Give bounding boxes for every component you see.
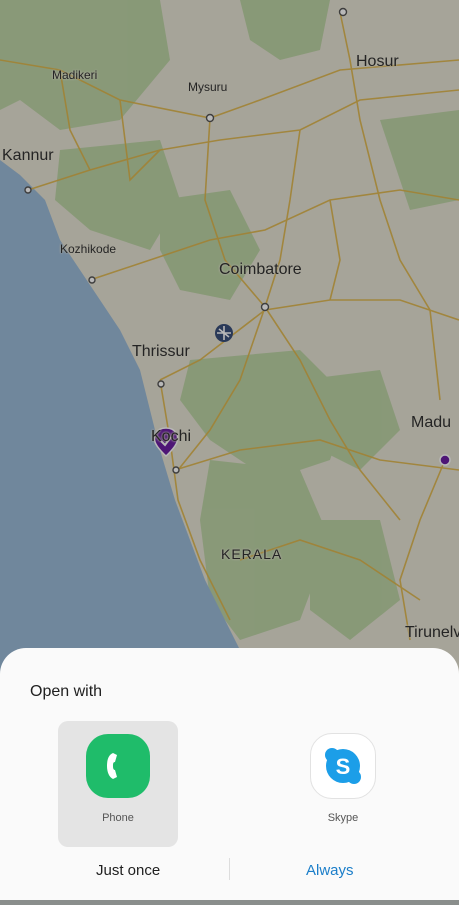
skype-icon: S: [310, 733, 376, 799]
map-label-hosur: Hosur: [356, 53, 399, 70]
svg-text:S: S: [336, 754, 351, 779]
sheet-title: Open with: [30, 683, 103, 700]
map-label-kerala: KERALA: [221, 546, 283, 562]
button-divider: [229, 858, 230, 880]
map-label-kochi: Kochi: [151, 428, 192, 445]
map-label-madikeri: Madikeri: [52, 68, 98, 82]
app-label-skype: Skype: [327, 812, 359, 824]
map-label-tirunelveli: Tirunelv: [405, 624, 459, 641]
app-label-phone: Phone: [102, 812, 134, 824]
phone-icon: [86, 734, 150, 798]
map-label-mysuru: Mysuru: [188, 80, 228, 94]
map-label-madurai: Madu: [411, 414, 452, 431]
app-option-skype[interactable]: S Skype: [283, 721, 403, 847]
location-pin-small-icon[interactable]: [439, 454, 451, 466]
app-option-phone[interactable]: Phone: [58, 721, 178, 847]
map-label-kannur: Kannur: [2, 147, 54, 164]
airport-icon: [215, 324, 233, 342]
map-label-coimbatore: Coimbatore: [219, 261, 302, 278]
always-button[interactable]: Always: [306, 862, 354, 879]
just-once-button[interactable]: Just once: [96, 862, 160, 879]
map-label-kozhikode: Kozhikode: [60, 242, 117, 256]
map-label-thrissur: Thrissur: [132, 343, 190, 360]
